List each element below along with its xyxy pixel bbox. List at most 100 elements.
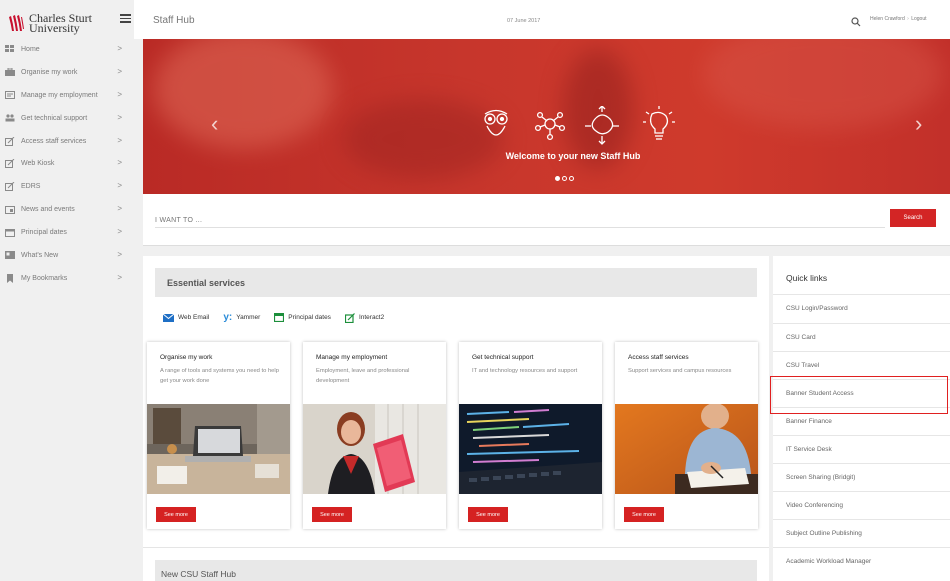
external-link-icon <box>344 312 355 323</box>
quick-link-it-service-desk[interactable]: IT Service Desk <box>773 435 950 463</box>
chevron-right-icon: > <box>117 181 122 191</box>
sidebar-item-label: What's New <box>21 251 59 259</box>
lightbulb-icon <box>643 106 675 140</box>
sidebar-item-label: Manage my employment <box>21 91 98 99</box>
quick-link-csu-card[interactable]: CSU Card <box>773 323 950 351</box>
logout-link[interactable]: Logout <box>911 16 926 22</box>
man-writing-photo <box>615 404 758 494</box>
sidebar-item-label: Organise my work <box>21 68 78 76</box>
sidebar-item-label: Principal dates <box>21 229 67 237</box>
hero-background-photo-2 <box>343 99 503 179</box>
web-email-link[interactable]: Web Email <box>163 313 210 322</box>
service-cards: Organise my work A range of tools and sy… <box>147 342 758 529</box>
i-want-to-input[interactable] <box>155 214 885 228</box>
card-description: A range of tools and systems you need to… <box>160 368 279 384</box>
see-more-button[interactable]: See more <box>468 507 508 522</box>
quick-link-academic-workload-manager[interactable]: Academic Workload Manager <box>773 547 950 575</box>
card-get-technical-support: Get technical support IT and technology … <box>459 342 602 529</box>
carousel-next-arrow-icon[interactable]: › <box>915 113 922 135</box>
csu-logo-mark-icon <box>8 14 24 32</box>
hero-background-photo-4 <box>703 39 943 129</box>
yammer-label: Yammer <box>236 314 261 321</box>
quick-link-screen-sharing[interactable]: Screen Sharing (Bridgit) <box>773 463 950 491</box>
code-screen-photo <box>459 404 602 494</box>
carousel-dot[interactable] <box>569 176 574 181</box>
interact2-link[interactable]: Interact2 <box>344 312 384 323</box>
sidebar-item-access-staff-services[interactable]: Access staff services > <box>0 130 134 153</box>
search-button[interactable]: Search <box>890 209 936 227</box>
essential-services-links: Web Email y: Yammer Principal dates Inte… <box>163 312 384 323</box>
chevron-right-icon: > <box>117 204 122 214</box>
briefcase-icon <box>4 68 16 77</box>
essential-services-title: Essential services <box>167 278 246 288</box>
sidebar-item-my-bookmarks[interactable]: My Bookmarks > <box>0 267 134 290</box>
logout-icon[interactable]: › <box>907 16 909 22</box>
chevron-right-icon: > <box>117 250 122 260</box>
card-description: Employment, leave and professional devel… <box>316 368 410 384</box>
yammer-link[interactable]: y: Yammer <box>223 312 260 323</box>
sidebar-item-edrs[interactable]: EDRS > <box>0 175 134 198</box>
user-menu[interactable]: Helen Crawford › Logout <box>870 16 927 22</box>
see-more-button[interactable]: See more <box>156 507 196 522</box>
staff-hub-app: Charles Sturt University Home > Organise… <box>0 0 950 581</box>
sidebar-nav: Home > Organise my work > Manage my empl… <box>0 38 134 290</box>
sidebar-item-news-and-events[interactable]: News and events > <box>0 198 134 221</box>
sidebar-item-label: EDRS <box>21 183 41 191</box>
sidebar-item-whats-new[interactable]: What's New > <box>0 244 134 267</box>
app-title: Staff Hub <box>153 15 195 26</box>
chevron-right-icon: > <box>117 272 122 282</box>
carousel-prev-arrow-icon[interactable]: ‹ <box>211 113 218 135</box>
sidebar-item-label: News and events <box>21 206 75 214</box>
quick-link-subject-outline-publishing[interactable]: Subject Outline Publishing <box>773 519 950 547</box>
hero-title: Welcome to your new Staff Hub <box>505 151 641 161</box>
web-email-label: Web Email <box>178 314 210 321</box>
sidebar-item-organise-my-work[interactable]: Organise my work > <box>0 61 134 84</box>
i-want-to-bar: Search <box>143 194 950 246</box>
essential-services-header: Essential services <box>155 268 757 297</box>
sidebar-item-manage-my-employment[interactable]: Manage my employment > <box>0 84 134 107</box>
calendar-icon <box>4 228 16 238</box>
highlight-box <box>770 376 948 414</box>
search-icon[interactable] <box>851 14 861 32</box>
newspaper-icon <box>4 251 16 260</box>
chevron-right-icon: > <box>117 227 122 237</box>
csu-logo[interactable]: Charles Sturt University <box>8 9 92 37</box>
card-organise-my-work: Organise my work A range of tools and sy… <box>147 342 290 529</box>
sidebar-item-label: Home <box>21 45 40 53</box>
brain-arrows-icon <box>585 105 619 145</box>
current-date: 07 June 2017 <box>507 18 541 24</box>
quick-link-csu-login[interactable]: CSU Login/Password <box>773 294 950 322</box>
quick-link-video-conferencing[interactable]: Video Conferencing <box>773 491 950 519</box>
hero-icons <box>482 105 677 146</box>
card-manage-my-employment: Manage my employment Employment, leave a… <box>303 342 446 529</box>
chevron-right-icon: > <box>117 112 122 122</box>
chevron-right-icon: > <box>117 158 122 168</box>
hamburger-menu-icon[interactable] <box>120 14 131 25</box>
woman-folder-photo <box>303 404 446 494</box>
principal-dates-label: Principal dates <box>288 314 331 321</box>
sidebar-item-web-kiosk[interactable]: Web Kiosk > <box>0 152 134 175</box>
sidebar-item-get-technical-support[interactable]: Get technical support > <box>0 107 134 130</box>
sidebar: Charles Sturt University Home > Organise… <box>0 0 134 581</box>
carousel-dot[interactable] <box>562 176 567 181</box>
card-title: Organise my work <box>160 354 213 361</box>
home-grid-icon <box>4 45 16 54</box>
card-title: Manage my employment <box>316 354 388 361</box>
card-access-staff-services: Access staff services Support services a… <box>615 342 758 529</box>
sidebar-item-home[interactable]: Home > <box>0 38 134 61</box>
quick-link-csu-travel[interactable]: CSU Travel <box>773 351 950 379</box>
card-title: Access staff services <box>628 354 689 361</box>
user-name: Helen Crawford <box>870 16 905 22</box>
sidebar-item-principal-dates[interactable]: Principal dates > <box>0 221 134 244</box>
id-card-icon <box>4 91 16 100</box>
external-link-icon <box>4 182 16 192</box>
see-more-button[interactable]: See more <box>312 507 352 522</box>
top-bar: Staff Hub 07 June 2017 Helen Crawford › … <box>120 0 950 39</box>
see-more-button[interactable]: See more <box>624 507 664 522</box>
carousel-dot[interactable] <box>555 176 560 181</box>
principal-dates-link[interactable]: Principal dates <box>274 313 331 322</box>
sidebar-item-label: Access staff services <box>21 137 87 145</box>
chevron-right-icon: > <box>117 66 122 76</box>
logo-text: Charles Sturt University <box>29 12 92 34</box>
external-link-icon <box>4 159 16 169</box>
